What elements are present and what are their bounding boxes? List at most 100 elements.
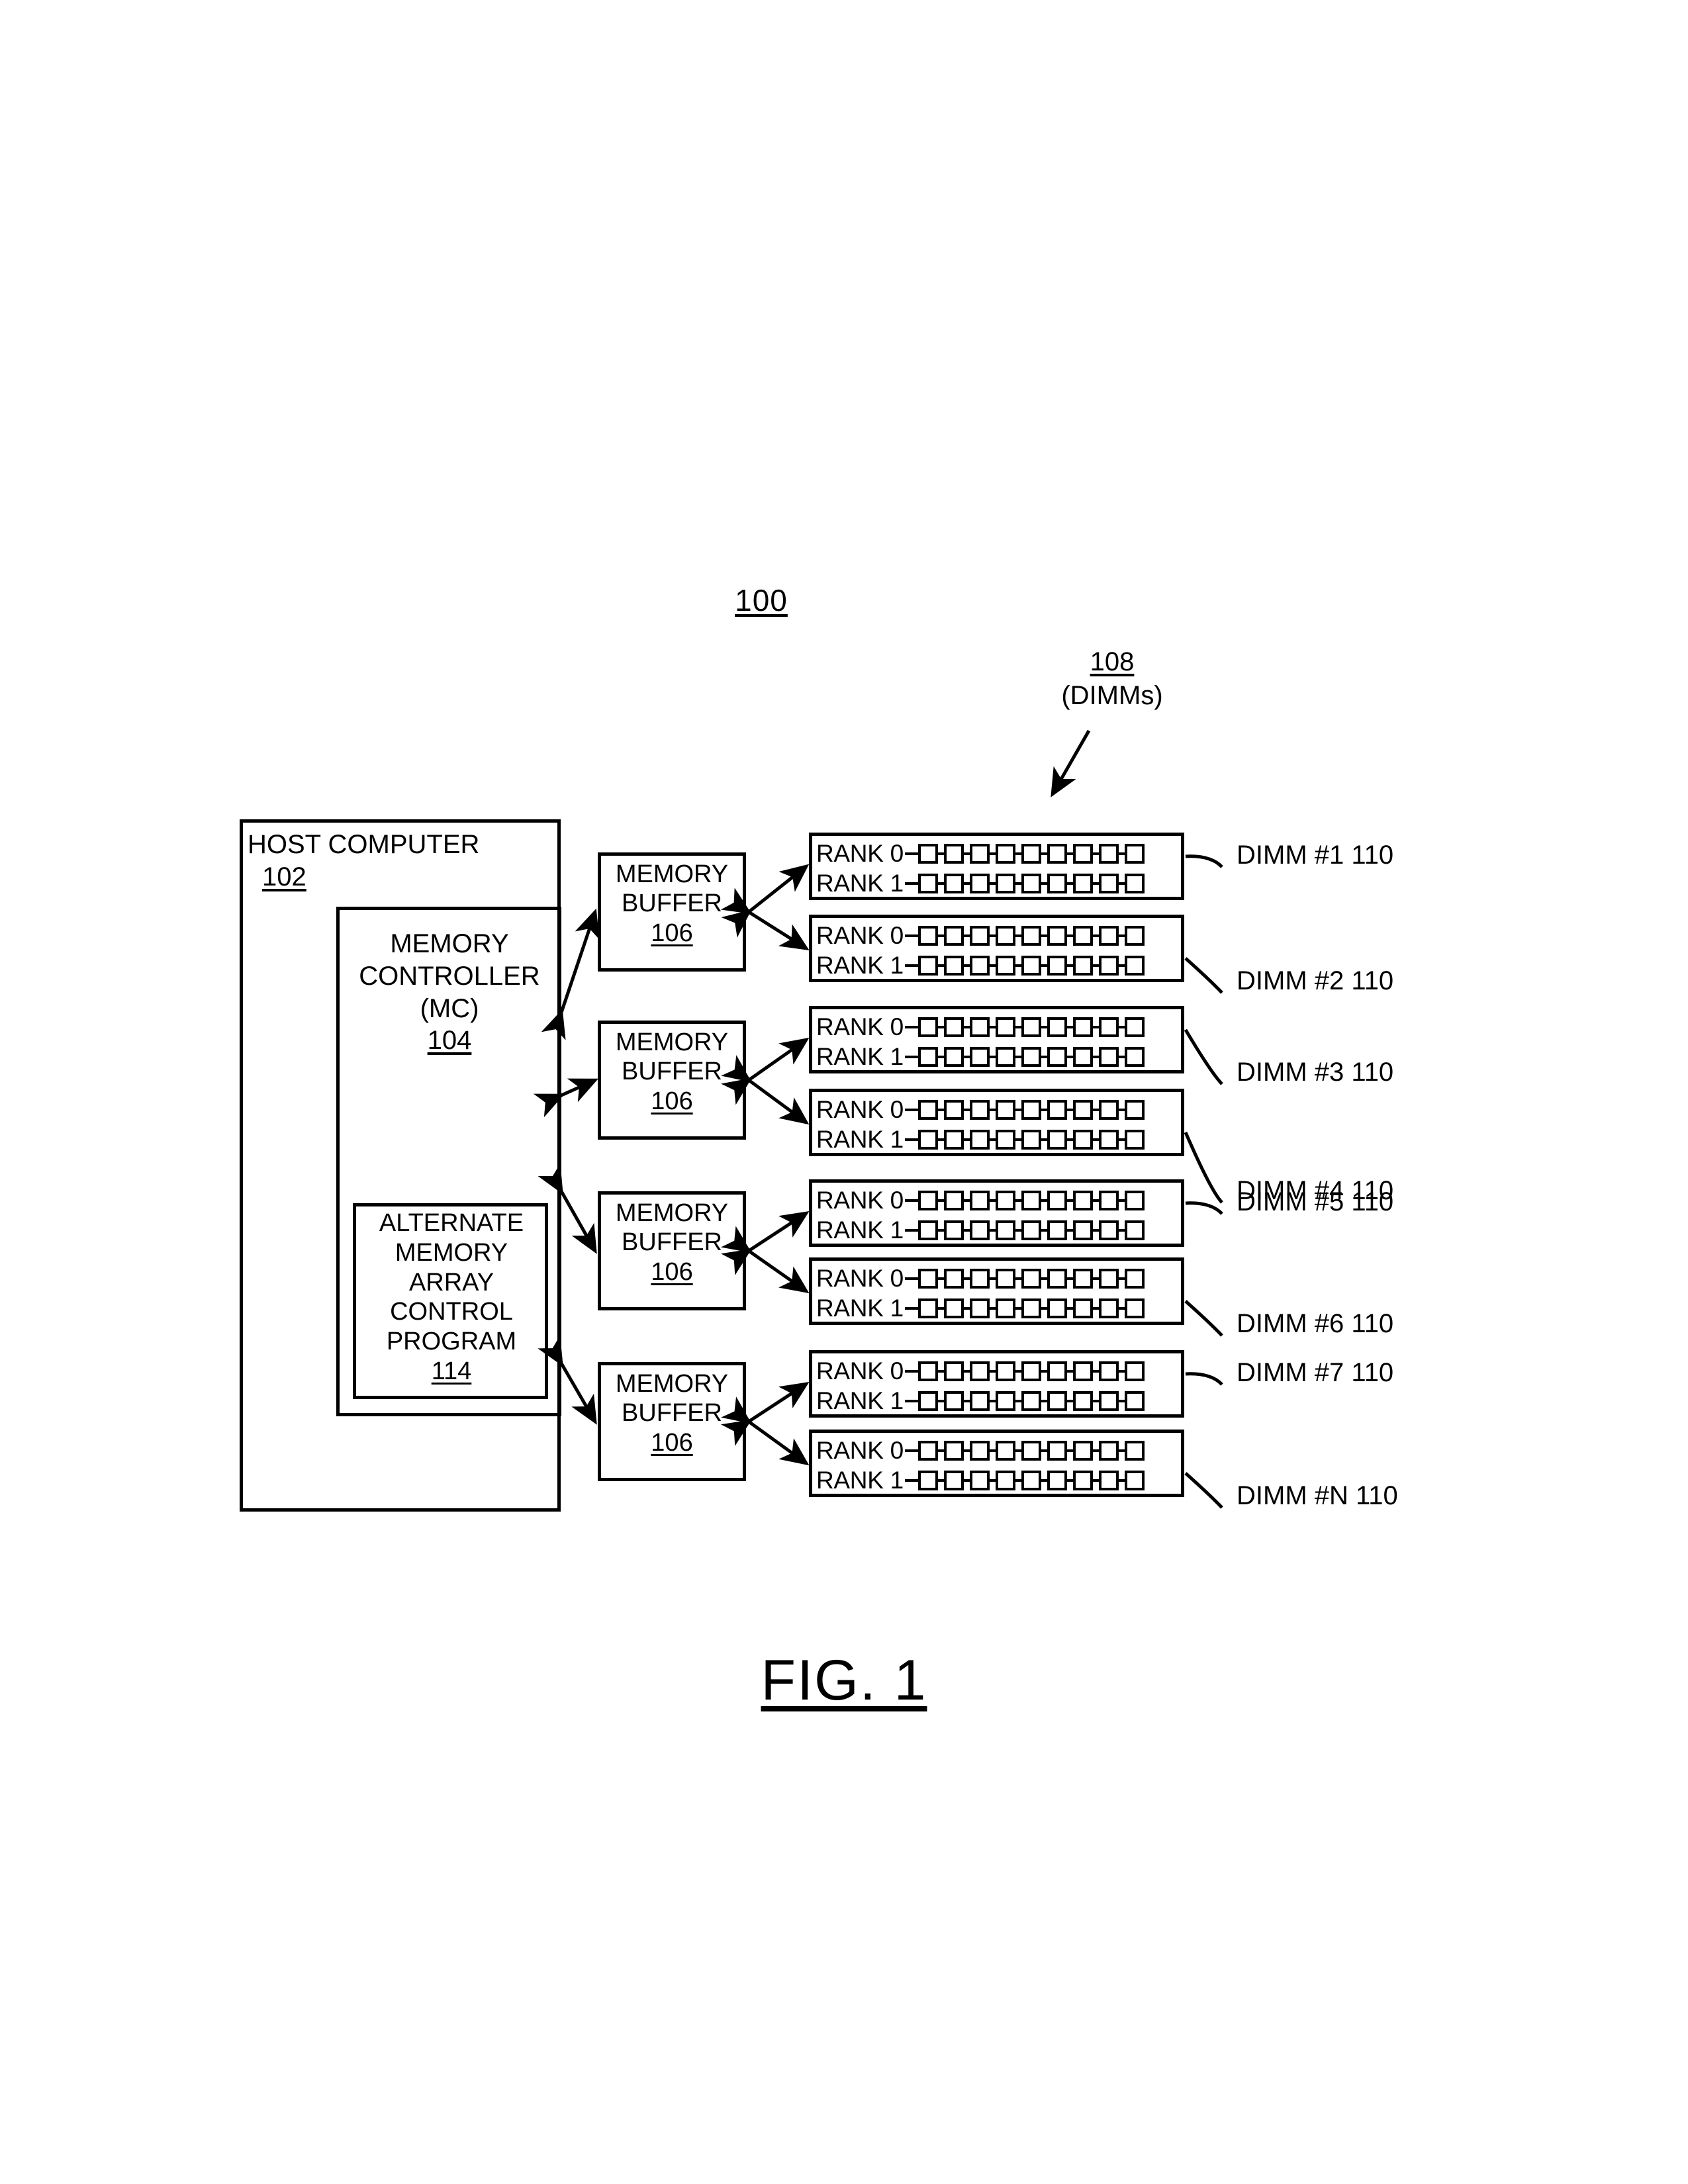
dimm-1-rank-1-row: RANK 1 [816,868,1181,898]
chip-link [1066,1055,1073,1058]
chip-link [963,1449,970,1452]
leader-line [1184,957,1223,994]
chip-link [937,882,944,885]
chip-link [963,964,970,967]
memory-chip [917,873,938,893]
dimm-2-rank-0-row: RANK 0 [816,921,1181,950]
memory-chip [1124,873,1145,893]
memory-chip [917,1440,938,1461]
memory-buffer-1-reference-number: 106 [651,919,693,947]
memory-chip [1047,1268,1067,1289]
memory-chip [1047,1099,1067,1120]
chip-link [1015,1306,1021,1310]
chip-link [937,934,944,937]
chip-link [937,1306,944,1310]
memory-chip [1072,1099,1093,1120]
chip-link [1015,1138,1021,1141]
rank-label: RANK 0 [816,1013,904,1040]
memory-chip [1047,1298,1067,1318]
dimm-6-rank-0-row: RANK 0 [816,1263,1181,1293]
chip-link [937,1399,944,1402]
memory-chip [969,1099,990,1120]
chip-link [989,1306,996,1310]
memory-chip [1124,1129,1145,1150]
rank-lead-line [904,1479,918,1482]
chip-link [1041,1399,1047,1402]
dimm-box-5: RANK 0 RANK 1 [809,1179,1184,1247]
rank-label: RANK 1 [816,1043,904,1070]
dimm-4-rank-0-row: RANK 0 [816,1095,1181,1124]
memory-chip [1021,1190,1041,1210]
chip-link [1066,1108,1073,1111]
chip-link [963,882,970,885]
memory-chip [1072,1220,1093,1240]
memory-chip [1072,1017,1093,1037]
dimm-box-6: RANK 0 RANK 1 [809,1257,1184,1325]
chip-link [1041,1108,1047,1111]
memory-chip [1098,1440,1119,1461]
memory-chip [943,925,964,946]
memory-buffer-3-reference-number: 106 [651,1257,693,1286]
chip-link [1066,934,1073,937]
chip-link [989,934,996,937]
memory-chip [1124,1298,1145,1318]
memory-chip [969,1220,990,1240]
buffer-dimm-connector [721,864,810,938]
memory-chip [969,843,990,864]
chip-link [1015,1449,1021,1452]
chip-link [989,1399,996,1402]
chip-link [1066,1449,1073,1452]
chip-link [963,1369,970,1373]
chip-link [963,1025,970,1028]
mc-buffer-connector [538,1163,597,1254]
rank-lead-line [904,1138,918,1141]
memory-chip [969,955,990,976]
chip-link [1015,1025,1021,1028]
alt-mem-line-2: MEMORY [395,1238,508,1267]
rank-label: RANK 1 [816,1216,904,1244]
memory-chip [1098,1129,1119,1150]
memory-controller-label: MEMORY CONTROLLER (MC) 104 [340,928,559,1057]
memory-chip [943,1298,964,1318]
memory-chip-strip [917,1298,1145,1318]
chip-link [1015,1277,1021,1280]
alt-mem-line-5: PROGRAM [386,1328,517,1356]
chip-link [1015,852,1021,855]
memory-chip [943,1046,964,1067]
memory-chip [943,955,964,976]
chip-link [1118,1199,1125,1202]
rank-lead-line [904,1306,918,1310]
rank-lead-line [904,1228,918,1232]
chip-link [1066,1138,1073,1141]
memory-chip [1124,955,1145,976]
memory-chip [995,873,1015,893]
memory-chip [1098,1390,1119,1411]
chip-link [989,1369,996,1373]
chip-link [1066,1199,1073,1202]
memory-chip-strip [917,873,1145,893]
dimm-label-3: DIMM #3 110 [1237,1058,1394,1087]
memory-chip [917,1220,938,1240]
dimm-label-6: DIMM #6 110 [1237,1309,1394,1338]
memory-chip [1098,873,1119,893]
chip-link [1015,1108,1021,1111]
memory-chip [1021,1298,1041,1318]
chip-link [989,1055,996,1058]
chip-link [1118,1228,1125,1232]
buffer-dimm-connector [721,1037,810,1105]
memory-chip [1047,1129,1067,1150]
memory-buffer-4-reference-number: 106 [651,1428,693,1457]
chip-link [1041,1199,1047,1202]
chip-link [1015,1399,1021,1402]
chip-link [989,964,996,967]
host-computer-title-text: HOST COMPUTER [248,830,480,859]
memory-chip [1072,1440,1093,1461]
rank-lead-line [904,1449,918,1452]
memory-controller-line-2: CONTROLLER [359,961,540,991]
chip-link [1092,1399,1099,1402]
memory-chip [1098,1268,1119,1289]
memory-chip [995,1046,1015,1067]
rank-label: RANK 0 [816,1187,904,1214]
dimm-box-2: RANK 0 RANK 1 [809,915,1184,982]
memory-chip [1021,1268,1041,1289]
